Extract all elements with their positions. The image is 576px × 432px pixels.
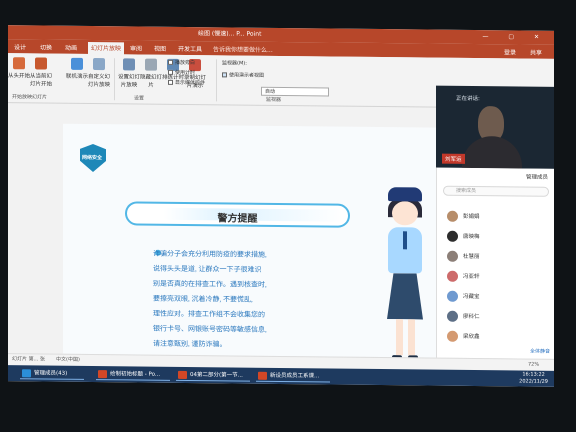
taskbar-item-document[interactable]: 新设员成员工系课... <box>256 369 330 383</box>
slide-play-icon <box>35 57 47 70</box>
from-beginning-button[interactable]: 从头开始 <box>8 57 30 79</box>
tell-me-input[interactable]: 告诉我你想要做什么... <box>213 44 273 54</box>
group-label-monitors: 监视器 <box>266 96 282 104</box>
avatar <box>447 270 458 282</box>
members-panel-title: 管理成员 <box>525 174 548 181</box>
slide-title-banner: 警方提醒 <box>125 201 350 228</box>
speaker-name: 刘军运 <box>442 153 465 164</box>
slide-info: 幻灯片 第... 张 <box>12 356 45 363</box>
login-link[interactable]: 登录 <box>504 47 516 56</box>
taskbar-item-powerpoint-2[interactable]: 04第二部分(第一节... <box>176 368 250 382</box>
slide-title: 警方提醒 <box>217 213 258 225</box>
mute-all-button[interactable]: 全体静音 <box>530 348 550 355</box>
slide-body: 诈骗分子会充分利用防疫的要求措施, 说得头头是道, 让群众一下子很难识 别是否真… <box>153 247 329 354</box>
avatar <box>447 210 458 222</box>
language-indicator: 中文(中国) <box>56 356 80 363</box>
tab-transitions[interactable]: 切换 <box>40 42 52 51</box>
tab-review[interactable]: 审阅 <box>130 43 142 52</box>
members-panel: 管理成员 搜索成员 彭娟娟 唐映梅 杜慧丽 冯亚轩 冯藏宝 廖科仁 梁欣鑫 全体… <box>436 167 554 359</box>
avatar <box>447 330 458 342</box>
zoom-level[interactable]: 72% <box>528 360 539 371</box>
ribbon-divider <box>114 58 115 101</box>
avatar <box>447 310 458 322</box>
taskbar-item-members[interactable]: 管理成员(43) <box>20 367 84 380</box>
hide-slide-icon <box>145 58 157 71</box>
monitor-label: 监视器(M): <box>222 60 247 67</box>
window-controls[interactable]: — ▢ ✕ <box>482 30 548 45</box>
show-media-controls-checkbox[interactable]: 显示媒体控件 <box>168 79 205 86</box>
member-item[interactable]: 冯亚轩 <box>447 270 547 285</box>
setup-icon <box>123 58 135 71</box>
tab-animations[interactable]: 动画 <box>65 43 77 52</box>
avatar <box>447 250 458 262</box>
system-clock[interactable]: 16:13:22 2022/11/29 <box>519 371 548 385</box>
powerpoint-icon <box>178 370 187 380</box>
online-present-button[interactable]: 联机演示 <box>66 57 88 80</box>
window-title: 绘图 (慢速)... P... Point <box>198 30 262 38</box>
video-feed[interactable]: 正在讲话: 刘军运 <box>436 85 554 169</box>
play-icon <box>13 57 25 70</box>
app-icon <box>22 369 31 378</box>
tab-design[interactable]: 设计 <box>14 42 26 51</box>
speaking-label: 正在讲话: <box>456 95 480 103</box>
presenter-view-checkbox[interactable]: 使用演示者视图 <box>222 71 264 79</box>
hide-slide-button[interactable]: 隐藏幻灯片 <box>140 58 162 89</box>
member-item[interactable]: 杜慧丽 <box>447 250 547 265</box>
member-item[interactable]: 唐映梅 <box>447 230 547 245</box>
use-timings-checkbox[interactable]: 使用计时 <box>168 69 195 76</box>
member-item[interactable]: 廖科仁 <box>447 310 547 325</box>
police-officer-illustration <box>378 187 436 368</box>
globe-icon <box>71 57 83 70</box>
slide-body-line: 请注意甄别, 谨防诈骗。 <box>153 339 227 349</box>
ribbon-divider <box>216 59 217 102</box>
group-label-start: 开始放映幻灯片 <box>12 94 48 101</box>
member-search-input[interactable]: 搜索成员 <box>443 185 549 197</box>
clock-date: 2022/11/29 <box>519 378 548 385</box>
custom-show-button[interactable]: 自定义幻灯片放映 <box>88 58 110 88</box>
avatar <box>447 230 458 242</box>
custom-show-icon <box>93 58 105 71</box>
share-button[interactable]: 共享 <box>530 48 542 57</box>
group-label-setup: 设置 <box>134 95 145 102</box>
from-current-button[interactable]: 从当前幻灯片开始 <box>30 57 52 88</box>
powerpoint-icon <box>98 370 107 379</box>
tab-developer[interactable]: 开发工具 <box>178 44 202 53</box>
cyber-security-badge: 网络安全 <box>80 144 106 172</box>
tab-view[interactable]: 视图 <box>154 44 166 53</box>
member-item[interactable]: 冯藏宝 <box>447 290 547 305</box>
avatar <box>447 290 458 302</box>
setup-show-button[interactable]: 设置幻灯片放映 <box>118 58 140 88</box>
powerpoint-icon <box>258 371 267 380</box>
screen: 绘图 (慢速)... P... Point — ▢ ✕ 设计 切换 动画 幻灯片… <box>8 25 554 387</box>
member-item[interactable]: 彭娟娟 <box>447 210 547 225</box>
speaker-body <box>462 135 522 169</box>
member-item[interactable]: 梁欣鑫 <box>447 330 547 345</box>
play-narrations-checkbox[interactable]: 播放旁白 <box>168 59 195 66</box>
taskbar-item-powerpoint-1[interactable]: 绘制初始标题 - Po... <box>96 368 170 381</box>
